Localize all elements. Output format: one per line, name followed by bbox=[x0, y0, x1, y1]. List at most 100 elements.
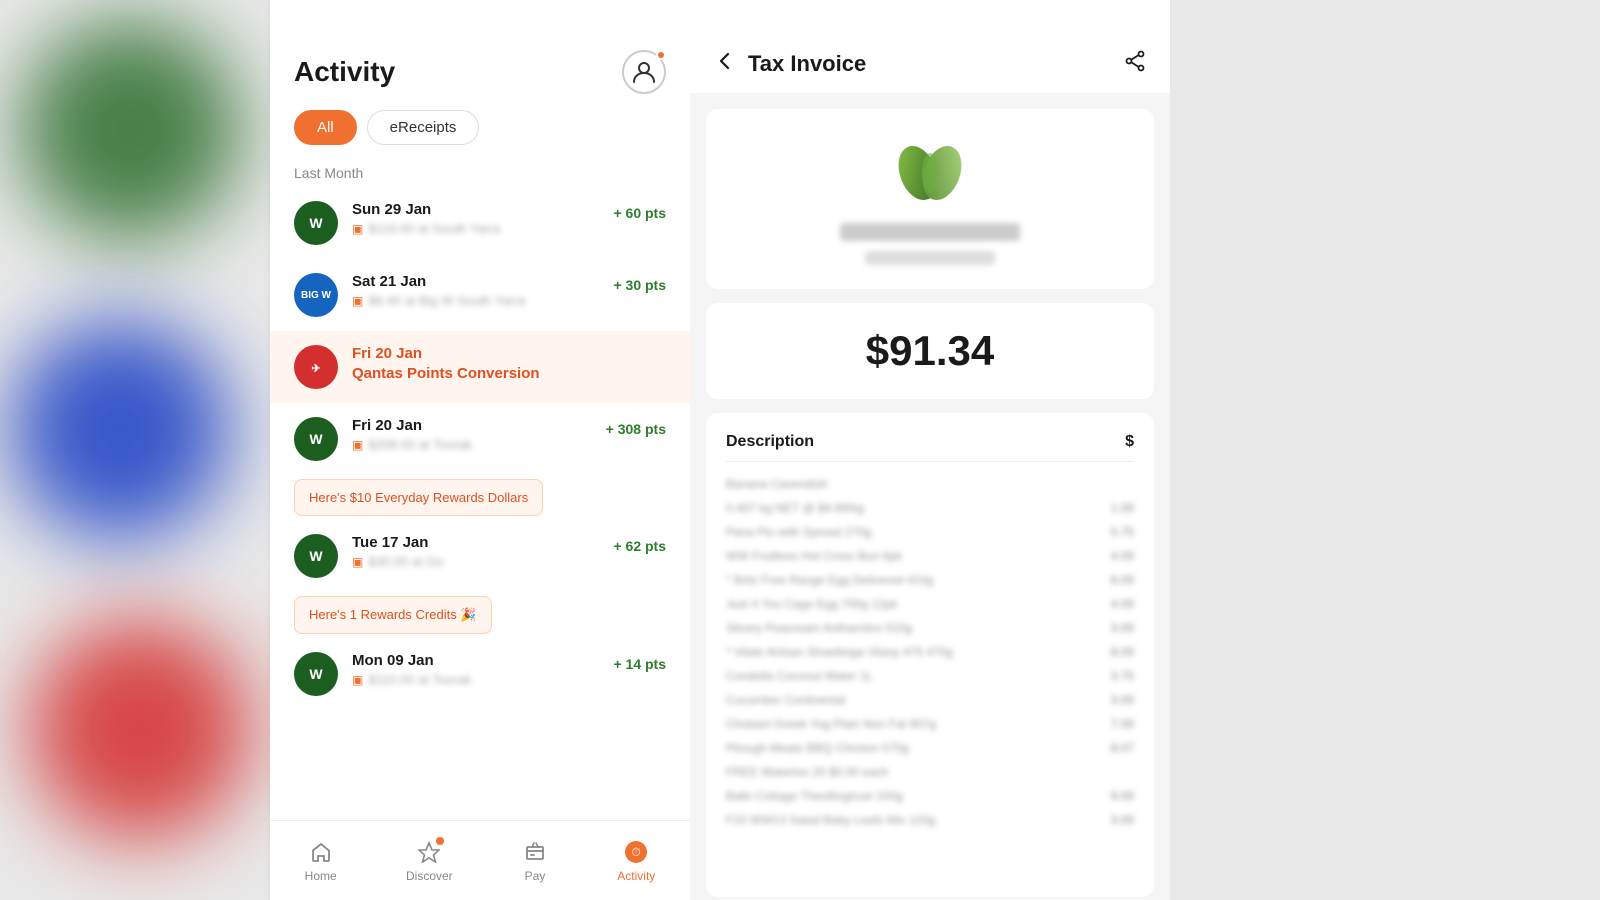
invoice-item-row: Pitough Meato BBQ Chicken 570g 8.07 bbox=[726, 736, 1134, 760]
store-card bbox=[706, 109, 1154, 289]
invoice-item-row: Balls Cottage Theollingtrust 100g9.00 bbox=[726, 784, 1134, 808]
item-date: Sun 29 Jan bbox=[352, 201, 501, 218]
nav-discover-label: Discover bbox=[406, 869, 453, 883]
item-date: Mon 09 Jan bbox=[352, 652, 471, 669]
invoice-item-name: FREE Waterloo 20 $0.00 each bbox=[726, 765, 1126, 779]
nav-pay[interactable]: Pay bbox=[522, 839, 548, 883]
pay-icon bbox=[522, 839, 548, 865]
invoice-panel: Tax Invoice bbox=[690, 0, 1170, 900]
invoice-item-price: 3.00 bbox=[1111, 693, 1134, 707]
filter-ereceipts[interactable]: eReceipts bbox=[367, 110, 480, 145]
invoice-title: Tax Invoice bbox=[748, 51, 866, 77]
invoice-item-price: 3.00 bbox=[1111, 621, 1134, 635]
desc-header-currency: $ bbox=[1125, 433, 1134, 451]
list-item[interactable]: W Tue 17 Jan ▣ $30.00 at Go bbox=[270, 520, 690, 638]
invoice-items-list: Banana Cavendish 0.407 kg NET @ $4.99/kg 1… bbox=[726, 472, 1134, 832]
invoice-item-price: 8.00 bbox=[1111, 645, 1134, 659]
invoice-item-price: 8.07 bbox=[1111, 741, 1134, 755]
bg-circle-green bbox=[20, 20, 240, 240]
item-subtitle-qantas: Qantas Points Conversion bbox=[352, 365, 666, 382]
list-item[interactable]: W Mon 09 Jan ▣ $110.00 at Toorak + 14 pt… bbox=[270, 638, 690, 710]
invoice-item-row: * Vitale Artisan Straelleiga Vilany 475 … bbox=[726, 640, 1134, 664]
item-points: + 308 pts bbox=[606, 421, 666, 452]
invoice-item-price: 4.00 bbox=[1111, 597, 1134, 611]
invoice-item-price: 9.00 bbox=[1111, 789, 1134, 803]
item-subtitle: ▣ $30.00 at Go bbox=[352, 554, 444, 569]
share-button[interactable] bbox=[1124, 50, 1146, 77]
app-container: Activity All eReceipts Last Month bbox=[270, 0, 1220, 900]
activity-header: Activity bbox=[270, 0, 690, 110]
nav-discover[interactable]: Discover bbox=[406, 839, 453, 883]
bg-circle-blue bbox=[10, 320, 230, 540]
nav-home[interactable]: Home bbox=[305, 839, 337, 883]
invoice-item-row: Slicery Peacream Antharctics 510g 3.00 bbox=[726, 616, 1134, 640]
item-content: Mon 09 Jan ▣ $110.00 at Toorak + 14 pts bbox=[352, 652, 666, 687]
invoice-item-name: * Vitale Artisan Straelleiga Vilany 475 … bbox=[726, 645, 1103, 659]
list-item[interactable]: BIG W Sat 21 Jan ▣ $6.40 at Big W South … bbox=[270, 259, 690, 331]
woolworths-logo bbox=[890, 133, 970, 213]
woolworths-icon: W bbox=[294, 417, 338, 461]
bg-circle-red bbox=[30, 620, 250, 840]
item-row: Tue 17 Jan ▣ $30.00 at Go + 62 pts bbox=[352, 534, 666, 569]
activity-title: Activity bbox=[294, 56, 395, 88]
invoice-item-name: 0.407 kg NET @ $4.99/kg bbox=[726, 501, 1103, 515]
activity-list: W Sun 29 Jan ▣ $119.00 at South Yarra + … bbox=[270, 187, 690, 710]
nav-activity[interactable]: ⏱ Activity bbox=[617, 839, 655, 883]
svg-text:✈: ✈ bbox=[311, 363, 320, 375]
invoice-item-row: Chobani Greek Yog Plain Non Fat 907g 7.00 bbox=[726, 712, 1134, 736]
amount-card: $91.34 bbox=[706, 303, 1154, 399]
invoice-body: $91.34 Description $ Banana Cavendish 0.4… bbox=[690, 93, 1170, 900]
invoice-item-row: Banana Cavendish bbox=[726, 472, 1134, 496]
woolworths-icon: W bbox=[294, 201, 338, 245]
invoice-item-price: 4.00 bbox=[1111, 549, 1134, 563]
item-info: Sun 29 Jan ▣ $119.00 at South Yarra bbox=[352, 201, 501, 236]
item-info: Fri 20 Jan ▣ $208.00 at Toorak + 308 pts bbox=[352, 417, 666, 461]
bottom-nav: Home Discover bbox=[270, 820, 690, 900]
invoice-item-name: Chobani Greek Yog Plain Non Fat 907g bbox=[726, 717, 1103, 731]
invoice-item-price: 1.00 bbox=[1111, 501, 1134, 515]
back-button[interactable] bbox=[714, 50, 736, 77]
item-content: Sun 29 Jan ▣ $119.00 at South Yarra + 60… bbox=[352, 201, 666, 236]
item-points: + 60 pts bbox=[613, 205, 666, 236]
discover-dot bbox=[436, 837, 444, 845]
invoice-item-row: Condella Coconut Water 1L3.75 bbox=[726, 664, 1134, 688]
profile-button[interactable] bbox=[622, 50, 666, 94]
invoice-item-name: Banana Cavendish bbox=[726, 477, 1126, 491]
filter-tabs: All eReceipts bbox=[270, 110, 690, 157]
invoice-item-name: Just 4 You Cage Egg 700g 12pk bbox=[726, 597, 1103, 611]
item-row-top: W Fri 20 Jan ▣ $208.00 at Toorak bbox=[294, 417, 666, 461]
invoice-item-price: 5.75 bbox=[1111, 525, 1134, 539]
item-info: Tue 17 Jan ▣ $30.00 at Go + 62 pts bbox=[352, 534, 666, 578]
store-address bbox=[865, 251, 995, 265]
item-date: Fri 20 Jan bbox=[352, 417, 472, 434]
list-item-qantas[interactable]: ✈ Fri 20 Jan Qantas Points Conversion bbox=[270, 331, 690, 403]
svg-text:W: W bbox=[309, 666, 323, 682]
invoice-item-price: 7.00 bbox=[1111, 717, 1134, 731]
invoice-item-name: Slicery Peacream Antharctics 510g bbox=[726, 621, 1103, 635]
svg-text:W: W bbox=[309, 215, 323, 231]
section-label: Last Month bbox=[270, 157, 690, 187]
invoice-item-row: Pana Piu with Spread 270g 5.75 bbox=[726, 520, 1134, 544]
item-points: + 30 pts bbox=[613, 277, 666, 308]
invoice-item-name: Pana Piu with Spread 270g bbox=[726, 525, 1103, 539]
description-card: Description $ Banana Cavendish 0.407 kg N… bbox=[706, 413, 1154, 897]
nav-activity-label: Activity bbox=[617, 869, 655, 883]
item-points: + 14 pts bbox=[613, 656, 666, 687]
store-name bbox=[840, 223, 1020, 241]
activity-panel: Activity All eReceipts Last Month bbox=[270, 0, 690, 900]
qantas-icon: ✈ bbox=[294, 345, 338, 389]
item-row-top: W Tue 17 Jan ▣ $30.00 at Go bbox=[294, 534, 666, 578]
invoice-item-price: 6.00 bbox=[1111, 573, 1134, 587]
desc-header: Description $ bbox=[726, 433, 1134, 462]
svg-text:W: W bbox=[309, 548, 323, 564]
item-points: + 62 pts bbox=[613, 538, 666, 569]
item-content: Sat 21 Jan ▣ $6.40 at Big W South Yarra … bbox=[352, 273, 666, 308]
item-row: Sun 29 Jan ▣ $119.00 at South Yarra + 60… bbox=[352, 201, 666, 236]
item-date: Fri 20 Jan bbox=[352, 345, 666, 362]
list-item[interactable]: W Fri 20 Jan ▣ $208.00 at Toorak bbox=[270, 403, 690, 520]
invoice-item-name: Pitough Meato BBQ Chicken 570g bbox=[726, 741, 1103, 755]
svg-text:W: W bbox=[309, 431, 323, 447]
item-date: Sat 21 Jan bbox=[352, 273, 525, 290]
list-item[interactable]: W Sun 29 Jan ▣ $119.00 at South Yarra + … bbox=[270, 187, 690, 259]
filter-all[interactable]: All bbox=[294, 110, 357, 145]
